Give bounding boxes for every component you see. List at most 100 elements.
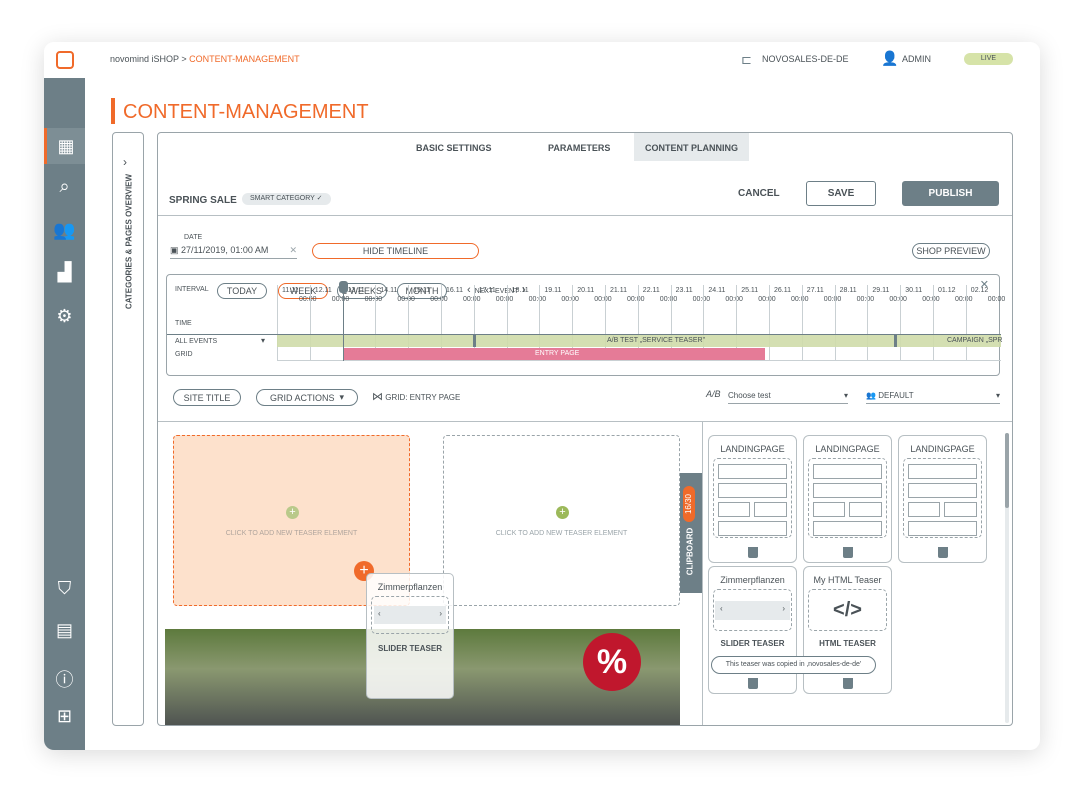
current-time-handle[interactable] [339, 281, 348, 293]
day-label: 17.11 [478, 287, 496, 294]
ab-test-select[interactable]: Choose test ▾ [728, 391, 848, 404]
code-icon: </> [833, 599, 862, 621]
teaser-slot-2[interactable]: + CLICK TO ADD NEW TEASER ELEMENT [443, 435, 680, 606]
events-dropdown-icon[interactable]: ▾ [261, 336, 265, 345]
row-label-time: TIME [175, 320, 192, 327]
settings-icon: ⚙ [56, 305, 73, 326]
trash-icon[interactable] [748, 547, 758, 558]
time-label: 00:00 [299, 296, 317, 303]
status-badge: LIVE [964, 53, 1013, 65]
interval-today[interactable]: TODAY [217, 283, 267, 299]
page-title: CONTENT-MANAGEMENT [123, 101, 369, 123]
item-name: SPRING SALE [169, 195, 237, 206]
event-ab-test[interactable]: A/B TEST „SERVICE TEASER" [607, 337, 705, 344]
dragged-teaser[interactable]: Zimmerpflanzen ‹ › SLIDER TEASER [366, 573, 454, 699]
save-button[interactable]: SAVE [806, 181, 876, 206]
sidebar-item-reports[interactable]: ▟ [44, 254, 85, 290]
breadcrumb-home[interactable]: novomind iSHOP [110, 54, 179, 64]
timeline-grid[interactable]: 11.11 00:00 12.11 00:00 13.11 00:00 14.11 00:00… [167, 281, 1005, 361]
dashboard-icon: ▦ [57, 135, 75, 156]
time-label: 00:00 [331, 296, 350, 303]
event-campaign[interactable]: CAMPAIGN „SPR [947, 337, 1003, 344]
calendar-icon: ▣ [170, 245, 179, 255]
current-time-line [343, 281, 344, 361]
time-label: 00:00 [791, 296, 809, 303]
timeline-panel: INTERVAL TODAY WEEK 2 WEEKS MONTH ‹ NEXT… [166, 274, 1005, 376]
categories-panel-toggle[interactable]: › CATEGORIES & PAGES OVERVIEW [112, 132, 144, 726]
day-label: 13.11 [347, 287, 365, 294]
sidebar-item-users[interactable]: 👥 [44, 212, 85, 248]
clipboard-count-badge: 16/30 [683, 486, 695, 522]
trash-icon[interactable] [938, 547, 948, 558]
breadcrumb-separator: > [181, 54, 187, 64]
time-label: 00:00 [561, 296, 579, 303]
grid-actions-dropdown[interactable]: GRID ACTIONS ▾ [256, 389, 358, 406]
day-gridline [277, 285, 278, 361]
day-label: 14.11 [380, 287, 398, 294]
day-label: 16.11 [446, 287, 463, 294]
clipboard-item-type: SLIDER TEASER [720, 639, 785, 648]
ab-test-icon: A/B [706, 389, 721, 399]
grid-label: ⋈ GRID: ENTRY PAGE [372, 391, 461, 403]
shop-preview-button[interactable]: SHOP PREVIEW [912, 243, 990, 259]
site-title-button[interactable]: SITE TITLE [173, 389, 241, 406]
day-gridline [900, 285, 902, 361]
dragged-type: SLIDER TEASER [377, 644, 442, 653]
tab-parameters[interactable]: PARAMETERS [548, 143, 610, 153]
clipboard-tab[interactable]: CLIPBOARD 16/30 [680, 473, 702, 593]
sidebar-item-settings[interactable]: ⚙ [44, 298, 85, 334]
scrollbar[interactable] [1005, 433, 1009, 723]
time-label: 00:00 [528, 296, 547, 303]
sidebar-item-dashboard[interactable]: ▦ [44, 128, 85, 164]
tab-content-planning[interactable]: CONTENT PLANNING [634, 133, 749, 161]
clear-icon[interactable]: ✕ [289, 245, 297, 256]
trash-icon[interactable] [843, 547, 853, 558]
tab-basic-settings[interactable]: BASIC SETTINGS [416, 143, 492, 153]
day-label: 21.11 [610, 287, 627, 294]
day-label: 20.11 [577, 287, 595, 294]
sale-badge: % [583, 633, 641, 691]
sidebar-item-help[interactable]: ⓘ [44, 661, 85, 697]
time-label: 00:00 [463, 296, 481, 303]
sidebar-item-security[interactable]: ⛉ [44, 570, 85, 606]
chevron-left-icon: ‹ [467, 284, 471, 296]
clipboard-item[interactable]: Zimmerpflanzen ‹ › SLIDER TEASER [708, 566, 797, 694]
segment-select[interactable]: 👥 DEFAULT ▾ [866, 391, 1000, 404]
sidebar-item-documents[interactable]: ▤ [44, 612, 85, 648]
hide-timeline-button[interactable]: HIDE TIMELINE [312, 243, 479, 259]
cancel-button[interactable]: CANCEL [738, 188, 780, 199]
clipboard-item[interactable]: LANDINGPAGE [803, 435, 892, 563]
publish-button[interactable]: PUBLISH [902, 181, 999, 206]
shop-selector[interactable]: NOVOSALES-DE-DE [762, 54, 849, 64]
side-panel-label: CATEGORIES & PAGES OVERVIEW [124, 173, 134, 310]
time-label: 00:00 [594, 296, 612, 303]
clipboard-item[interactable]: LANDINGPAGE [708, 435, 797, 563]
add-teaser-text: CLICK TO ADD NEW TEASER ELEMENT [495, 530, 628, 537]
grid-event-label: ENTRY PAGE [535, 350, 580, 357]
logo-icon [56, 51, 74, 69]
slider-preview: ‹ › [715, 601, 790, 620]
trash-icon[interactable] [748, 678, 758, 689]
day-label: 01.12 [938, 287, 956, 294]
sidebar-item-search[interactable]: ⌕ [44, 168, 85, 204]
users-icon: 👥 [53, 219, 76, 240]
sidebar-item-apps[interactable]: ⊞ [44, 698, 85, 734]
day-label: 24.11 [708, 287, 726, 294]
user-menu[interactable]: ADMIN [902, 54, 931, 64]
time-label: 00:00 [856, 296, 875, 303]
date-field[interactable]: ▣ 27/11/2019, 01:00 AM ✕ [170, 245, 297, 259]
day-gridline [867, 285, 869, 361]
time-label: 00:00 [758, 296, 776, 303]
day-label: 27.11 [806, 287, 824, 294]
user-icon: 👤 [881, 50, 899, 66]
trash-icon[interactable] [843, 678, 853, 689]
add-icon: + [556, 506, 569, 519]
day-label: 22.11 [642, 287, 660, 294]
apps-icon: ⊞ [56, 705, 73, 726]
clipboard-item[interactable]: LANDINGPAGE [898, 435, 987, 563]
day-label: 11.11 [282, 287, 299, 294]
day-label: 18.11 [511, 287, 529, 294]
clipboard-item[interactable]: My HTML Teaser </> HTML TEASER [803, 566, 892, 694]
time-label: 00:00 [430, 296, 448, 303]
day-gridline [309, 285, 311, 361]
